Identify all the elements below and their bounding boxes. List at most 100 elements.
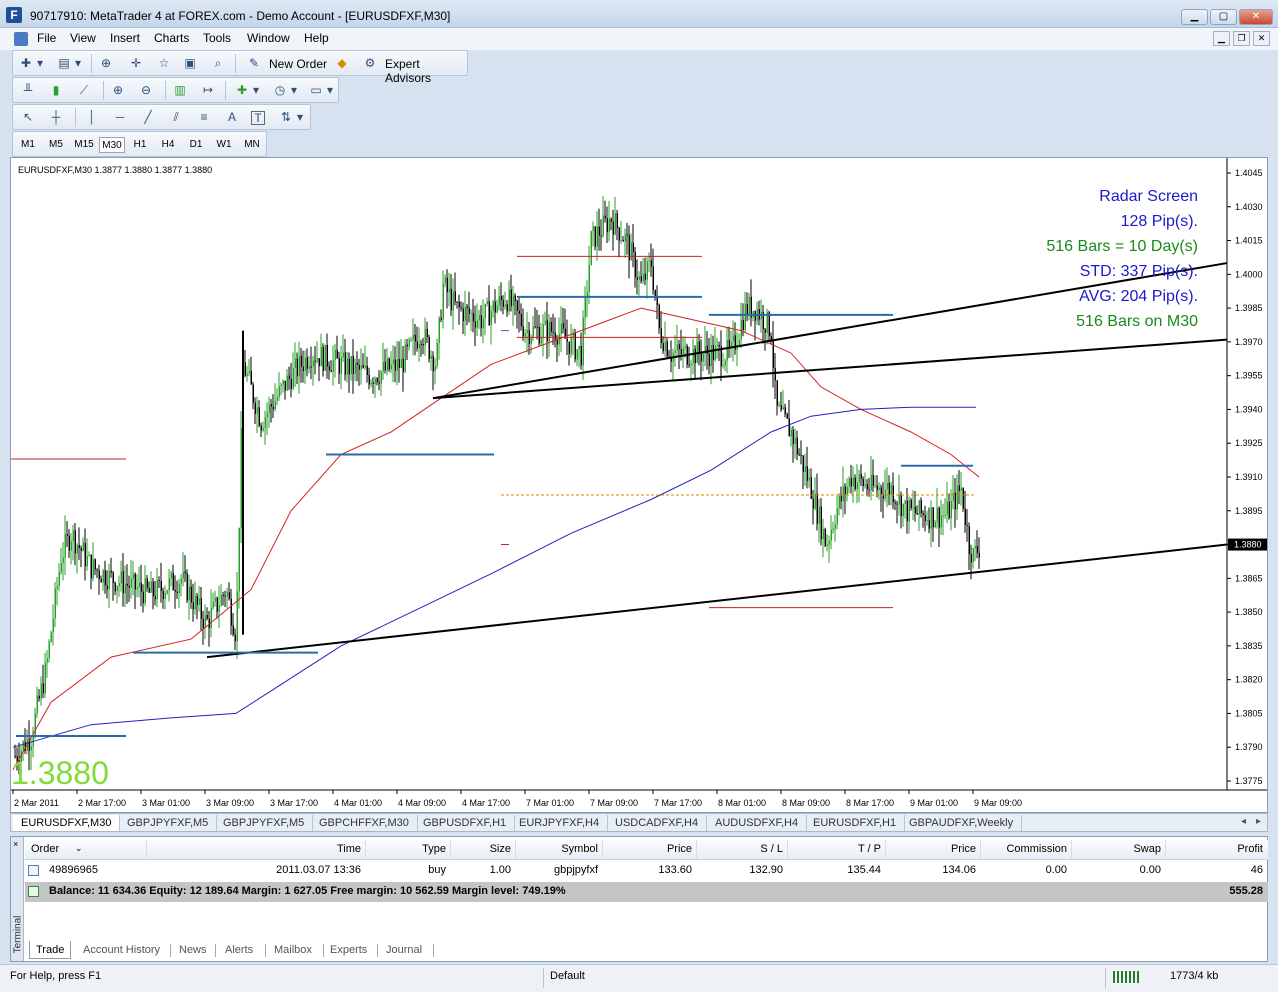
fibonacci-icon[interactable]: ≡ xyxy=(195,109,213,126)
chart-tab[interactable]: USDCADFXF,H4 xyxy=(607,815,708,831)
menu-view[interactable]: View xyxy=(70,31,96,45)
candlestick-icon[interactable]: ▮ xyxy=(47,82,65,99)
col-commission[interactable]: Commission xyxy=(985,843,1067,855)
tab-account-history[interactable]: Account History xyxy=(77,941,166,959)
tab-alerts[interactable]: Alerts xyxy=(219,941,259,959)
crosshair-icon[interactable]: ┼ xyxy=(47,109,65,126)
dropdown-arrow-icon[interactable]: ▾ xyxy=(289,82,299,99)
zoom-in-icon[interactable]: ⊕ xyxy=(109,82,127,99)
arrows-icon[interactable]: ⇅ xyxy=(277,109,295,126)
child-minimize-button[interactable]: ▁ xyxy=(1213,31,1230,46)
trendline-icon[interactable]: ╱ xyxy=(139,109,157,126)
text-tool-icon[interactable]: A xyxy=(223,109,241,126)
bar-chart-icon[interactable]: ╨ xyxy=(19,82,37,99)
timeframe-m1[interactable]: M1 xyxy=(15,137,41,153)
tab-experts[interactable]: Experts xyxy=(324,941,373,959)
chart-tab[interactable]: EURUSDFXF,M30 xyxy=(13,815,121,831)
trade-row[interactable]: 49896965 2011.03.07 13:36 buy 1.00 gbpjp… xyxy=(25,861,1268,881)
tab-mailbox[interactable]: Mailbox xyxy=(268,941,318,959)
new-order-button[interactable]: New Order xyxy=(269,57,327,71)
col-swap[interactable]: Swap xyxy=(1076,843,1161,855)
new-order-icon[interactable]: ✎ xyxy=(245,55,263,72)
strategy-tester-icon[interactable]: ⌕ xyxy=(209,55,227,72)
line-chart-icon[interactable]: ⟋ xyxy=(75,82,93,99)
close-button[interactable]: ✕ xyxy=(1239,9,1273,25)
col-symbol[interactable]: Symbol xyxy=(520,843,598,855)
tab-news[interactable]: News xyxy=(173,941,213,959)
timeframe-m30[interactable]: M30 xyxy=(99,137,125,153)
candle-body xyxy=(270,404,272,407)
templates-icon[interactable]: ▭ xyxy=(307,82,325,99)
dropdown-arrow-icon[interactable]: ▾ xyxy=(73,55,83,72)
dropdown-arrow-icon[interactable]: ▾ xyxy=(35,55,45,72)
minimize-button[interactable]: ▁ xyxy=(1181,9,1208,25)
timeframe-h4[interactable]: H4 xyxy=(155,137,181,153)
timeframe-m15[interactable]: M15 xyxy=(71,137,97,153)
equidistant-channel-icon[interactable]: ⫽ xyxy=(167,109,185,126)
timeframe-h1[interactable]: H1 xyxy=(127,137,153,153)
tab-journal[interactable]: Journal xyxy=(380,941,428,959)
col-profit[interactable]: Profit xyxy=(1170,843,1263,855)
chart-tab[interactable]: GBPJPYFXF,M5 xyxy=(215,815,314,831)
menu-insert[interactable]: Insert xyxy=(110,31,140,45)
timeframe-m5[interactable]: M5 xyxy=(43,137,69,153)
col-sl[interactable]: S / L xyxy=(701,843,783,855)
dropdown-arrow-icon[interactable]: ▾ xyxy=(295,109,305,126)
menu-charts[interactable]: Charts xyxy=(154,31,189,45)
tab-trade[interactable]: Trade xyxy=(29,941,72,959)
tab-scroll-left-icon[interactable]: ◂ xyxy=(1241,816,1246,827)
menu-file[interactable]: File xyxy=(37,31,56,45)
tab-scroll-right-icon[interactable]: ▸ xyxy=(1256,816,1261,827)
chart-tab[interactable]: GBPAUDFXF,Weekly xyxy=(901,815,1023,831)
chart-tab[interactable]: GBPJPYFXF,M5 xyxy=(119,815,218,831)
chart-tab[interactable]: GBPCHFFXF,M30 xyxy=(311,815,418,831)
candle-body xyxy=(180,578,182,584)
maximize-button[interactable]: ▢ xyxy=(1210,9,1237,25)
periods-icon[interactable]: ◷ xyxy=(271,82,289,99)
metaeditor-icon[interactable]: ◆ xyxy=(333,55,351,72)
expert-advisors-icon[interactable]: ⚙ xyxy=(361,55,379,72)
text-label-icon[interactable]: T xyxy=(251,111,265,125)
col-type[interactable]: Type xyxy=(370,843,446,855)
profiles-icon[interactable]: ▤ xyxy=(55,55,73,72)
terminal-close-icon[interactable]: × xyxy=(13,839,18,849)
menu-help[interactable]: Help xyxy=(304,31,329,45)
market-watch-icon[interactable]: ⊕ xyxy=(97,55,115,72)
cursor-icon[interactable]: ↖ xyxy=(19,109,37,126)
vertical-line-icon[interactable]: │ xyxy=(83,109,101,126)
horizontal-line-icon[interactable]: ─ xyxy=(111,109,129,126)
terminal-icon[interactable]: ▣ xyxy=(181,55,199,72)
chart-window[interactable]: 1.4045 1.4030 1.4015 1.4000 1.3985 1.3970 1.39… xyxy=(10,157,1268,813)
col-price2[interactable]: Price xyxy=(890,843,976,855)
candle-body xyxy=(134,573,136,590)
new-chart-icon[interactable]: ✚ xyxy=(17,55,35,72)
dropdown-arrow-icon[interactable]: ▾ xyxy=(251,82,261,99)
col-tp[interactable]: T / P xyxy=(792,843,881,855)
col-size[interactable]: Size xyxy=(455,843,511,855)
col-time[interactable]: Time xyxy=(255,843,361,855)
col-price[interactable]: Price xyxy=(607,843,692,855)
tile-windows-icon[interactable]: ▥ xyxy=(171,82,189,99)
col-order[interactable]: Order xyxy=(31,843,59,855)
child-restore-button[interactable]: ❐ xyxy=(1233,31,1250,46)
indicators-icon[interactable]: ✚ xyxy=(233,82,251,99)
chart-tab[interactable]: EURJPYFXF,H4 xyxy=(511,815,609,831)
zoom-out-icon[interactable]: ⊖ xyxy=(137,82,155,99)
child-close-button[interactable]: ✕ xyxy=(1253,31,1270,46)
data-window-icon[interactable]: ✛ xyxy=(127,55,145,72)
chart-tab[interactable]: AUDUSDFXF,H4 xyxy=(707,815,808,831)
price-chart[interactable]: 1.4045 1.4030 1.4015 1.4000 1.3985 1.3970 1.39… xyxy=(11,158,1267,812)
navigator-icon[interactable]: ☆ xyxy=(155,55,173,72)
chart-tab[interactable]: EURUSDFXF,H1 xyxy=(805,815,906,831)
timeframe-d1[interactable]: D1 xyxy=(183,137,209,153)
timeframe-w1[interactable]: W1 xyxy=(211,137,237,153)
timeframe-mn[interactable]: MN xyxy=(239,137,265,153)
chart-tab[interactable]: GBPUSDFXF,H1 xyxy=(415,815,516,831)
dropdown-arrow-icon[interactable]: ▾ xyxy=(325,82,335,99)
menu-tools[interactable]: Tools xyxy=(203,31,231,45)
expert-advisors-button[interactable]: Expert Advisors xyxy=(385,57,467,85)
candle-body xyxy=(946,501,948,516)
document-icon[interactable] xyxy=(14,32,28,46)
auto-scroll-icon[interactable]: ↦ xyxy=(199,82,217,99)
menu-window[interactable]: Window xyxy=(247,31,290,45)
